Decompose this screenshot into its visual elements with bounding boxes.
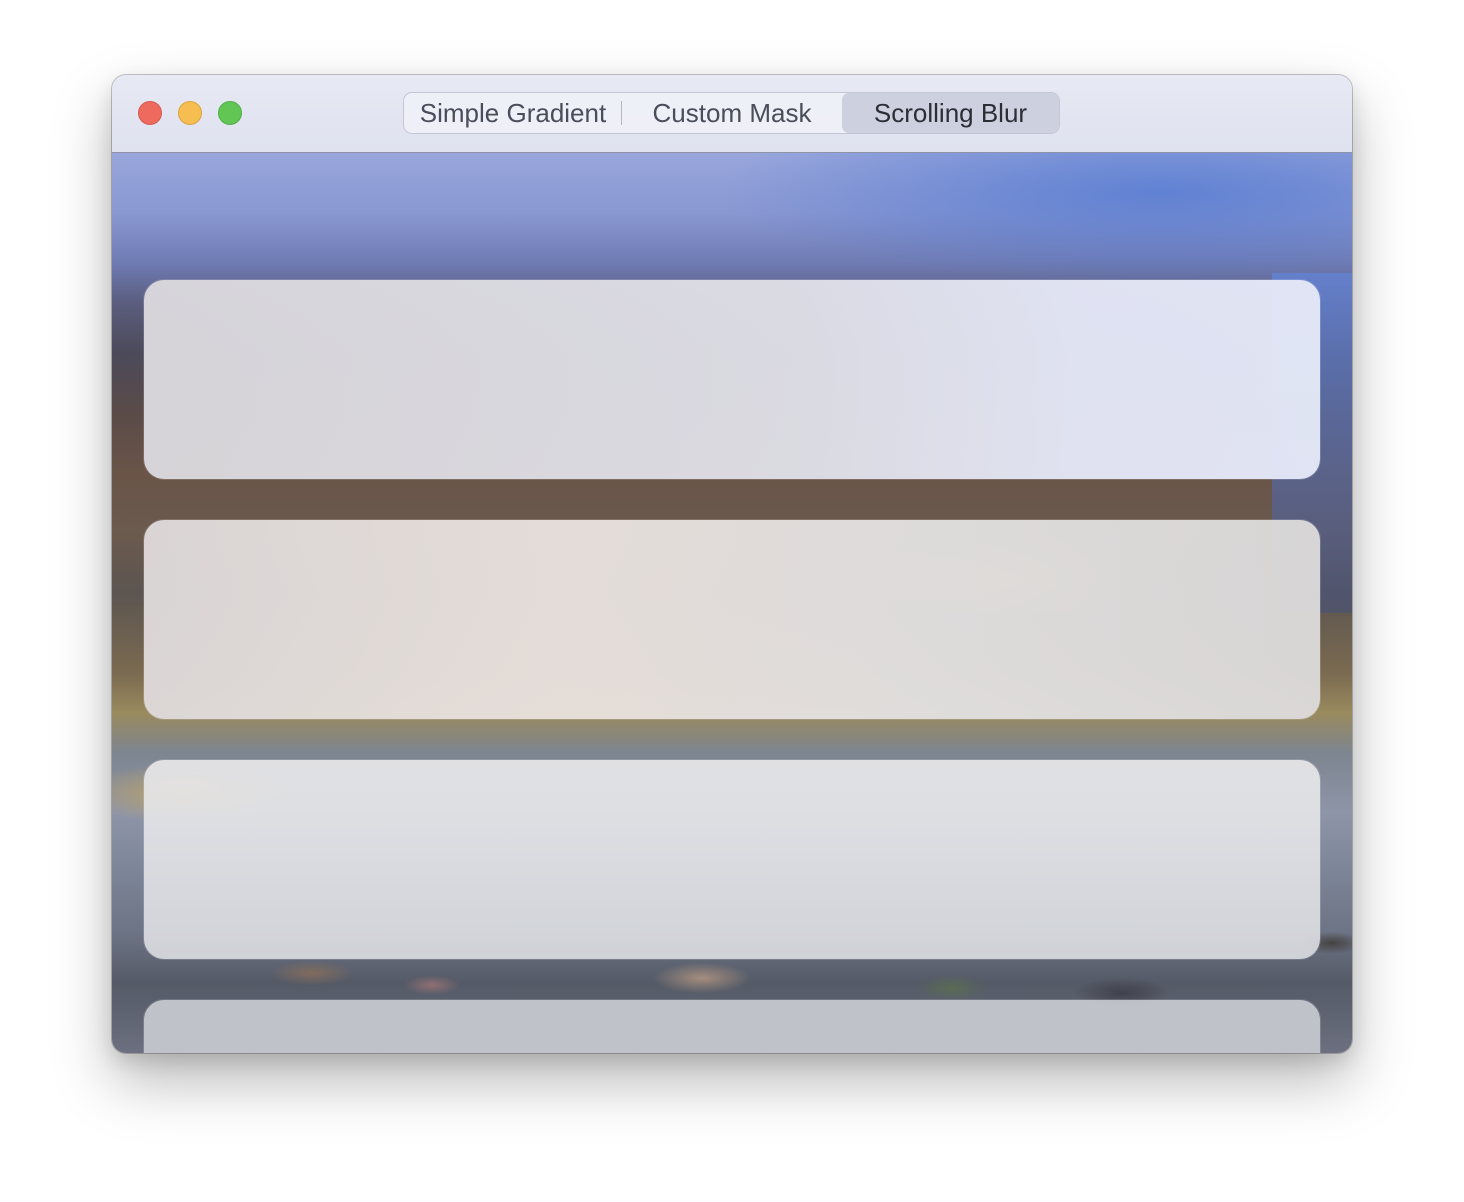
scroll-content[interactable] bbox=[112, 153, 1352, 1053]
mode-segmented-control: Simple Gradient Custom Mask Scrolling Bl… bbox=[403, 92, 1060, 134]
blur-card-1 bbox=[144, 280, 1320, 479]
blur-card-2 bbox=[144, 520, 1320, 719]
minimize-button[interactable] bbox=[178, 101, 202, 125]
zoom-button[interactable] bbox=[218, 101, 242, 125]
title-bar: Simple Gradient Custom Mask Scrolling Bl… bbox=[112, 75, 1352, 153]
app-window: Simple Gradient Custom Mask Scrolling Bl… bbox=[112, 75, 1352, 1053]
segment-scrolling-blur[interactable]: Scrolling Blur bbox=[842, 93, 1059, 133]
blur-card-4 bbox=[144, 1000, 1320, 1053]
segment-custom-mask[interactable]: Custom Mask bbox=[622, 93, 842, 133]
blur-card-3 bbox=[144, 760, 1320, 959]
background-sky bbox=[712, 153, 1352, 283]
close-button[interactable] bbox=[138, 101, 162, 125]
segment-simple-gradient[interactable]: Simple Gradient bbox=[404, 93, 622, 133]
